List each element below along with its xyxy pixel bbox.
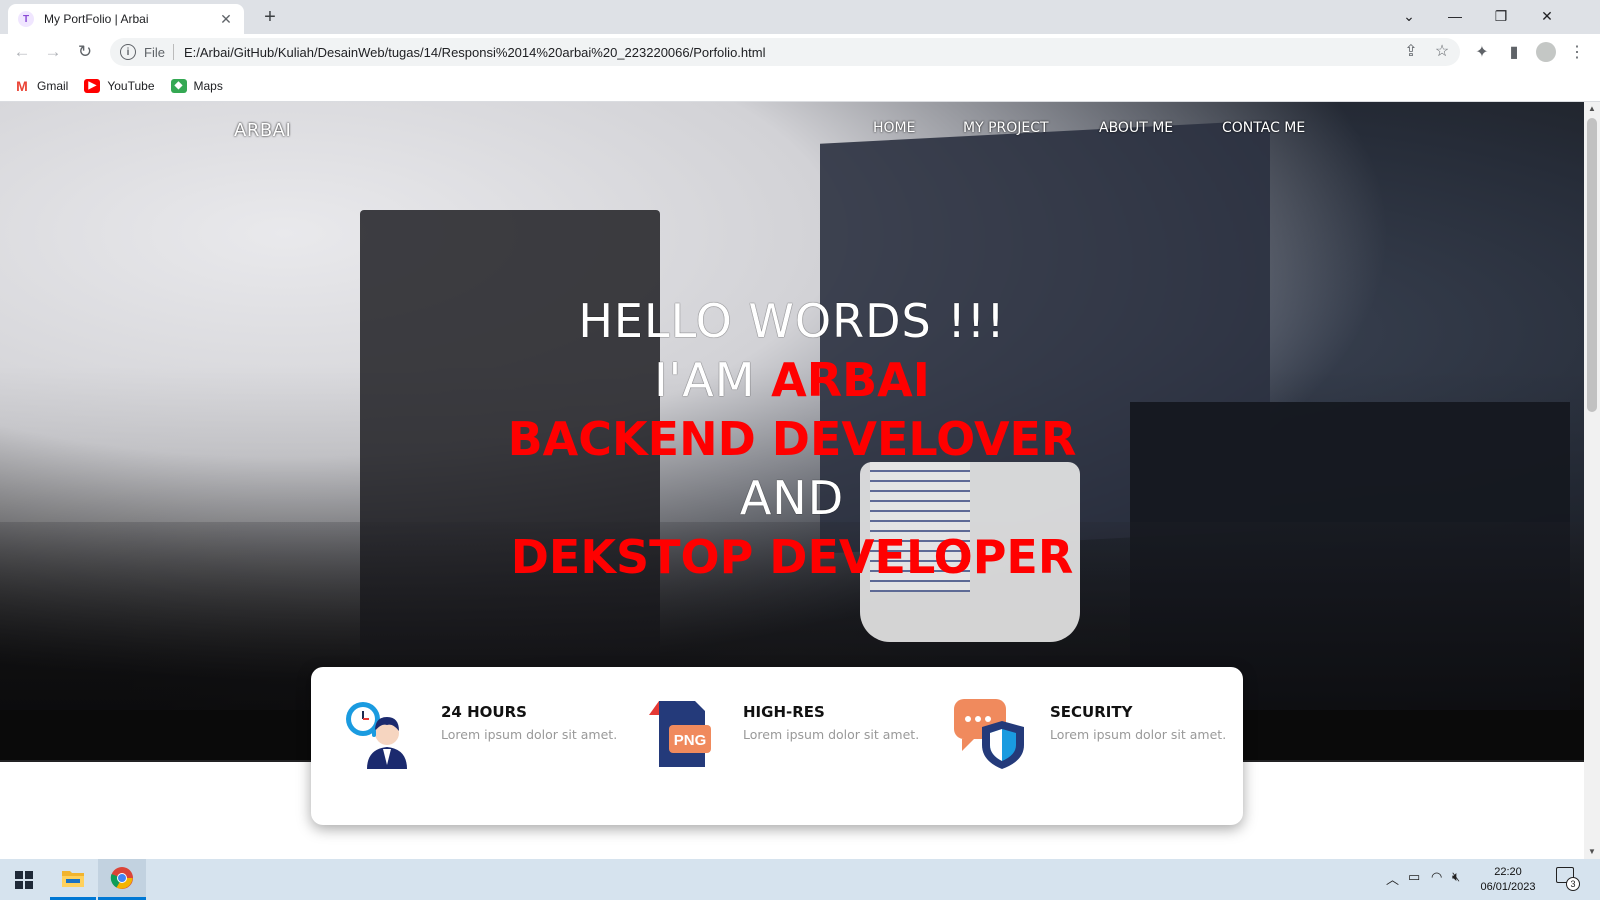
nav-contact-me[interactable]: CONTAC ME: [1222, 120, 1305, 136]
scroll-up-arrow-icon[interactable]: ▲: [1587, 104, 1597, 114]
tab-title: My PortFolio | Arbai: [44, 12, 149, 26]
features-card: 24 HOURS Lorem ipsum dolor sit amet. PNG…: [311, 667, 1243, 825]
bookmark-youtube[interactable]: ▶ YouTube: [84, 78, 155, 93]
hero-headline: HELLO WORDS !!! I'AM ARBAI BACKEND DEVEL…: [0, 292, 1584, 587]
support-agent-clock-icon: [346, 702, 407, 769]
headline-role-1: BACKEND DEVELOVER: [507, 412, 1077, 466]
forward-button[interactable]: →: [41, 40, 65, 64]
address-separator: [172, 44, 174, 60]
feature-description: Lorem ipsum dolor sit amet.: [1050, 727, 1227, 742]
window-close-button[interactable]: ✕: [1524, 0, 1570, 32]
maps-icon: ◆: [170, 78, 187, 93]
youtube-icon: ▶: [84, 78, 101, 93]
tab-search-icon[interactable]: ⌄: [1386, 0, 1432, 32]
address-prefix: File: [144, 44, 165, 60]
bookmark-label: YouTube: [107, 78, 155, 93]
tray-chevron-icon[interactable]: ︿: [1386, 869, 1399, 888]
speaker-muted-icon[interactable]: 🔇︎: [1452, 869, 1460, 885]
browser-toolbar: ← → ↻ i File E:/Arbai/GitHub/Kuliah/Desa…: [0, 34, 1600, 70]
menu-kebab-icon[interactable]: ⋮: [1565, 40, 1589, 64]
site-info-icon[interactable]: i: [120, 44, 136, 60]
bookmark-maps[interactable]: ◆ Maps: [170, 78, 223, 93]
nav-my-project[interactable]: MY PROJECT: [963, 120, 1049, 136]
new-tab-button[interactable]: +: [258, 5, 282, 29]
windows-logo-icon: [15, 870, 33, 889]
headline-greeting: HELLO WORDS !!!: [578, 294, 1006, 348]
close-tab-icon[interactable]: ✕: [218, 11, 234, 28]
back-button[interactable]: ←: [10, 40, 34, 64]
address-bar[interactable]: i File E:/Arbai/GitHub/Kuliah/DesainWeb/…: [110, 38, 1460, 66]
headline-role-2: DEKSTOP DEVELOPER: [510, 530, 1074, 584]
headline-name: ARBAI: [771, 353, 930, 407]
png-badge-text: PNG: [674, 732, 707, 749]
minimize-button[interactable]: —: [1432, 0, 1478, 32]
restore-button[interactable]: ❐: [1478, 0, 1524, 32]
bookmark-label: Maps: [193, 78, 223, 93]
page-viewport: ARBAI HOME MY PROJECT ABOUT ME CONTAC ME…: [0, 102, 1584, 859]
nav-about-me[interactable]: ABOUT ME: [1099, 120, 1173, 136]
extensions-icon[interactable]: ✦: [1470, 40, 1494, 64]
chrome-icon: [110, 867, 133, 889]
page-scrollbar[interactable]: ▲ ▼: [1584, 102, 1600, 859]
notification-count-badge: 3: [1566, 877, 1580, 891]
bookmark-label: Gmail: [37, 78, 69, 93]
feature-security: SECURITY Lorem ipsum dolor sit amet.: [954, 699, 1234, 789]
side-panel-icon[interactable]: ▮: [1502, 40, 1526, 64]
feature-title: SECURITY: [1050, 703, 1133, 721]
nav-home[interactable]: HOME: [873, 120, 915, 136]
headline-and: AND: [739, 471, 845, 525]
bookmarks-bar: M Gmail ▶ YouTube ◆ Maps: [0, 70, 1600, 102]
gmail-icon: M: [16, 77, 28, 94]
scroll-thumb[interactable]: [1587, 118, 1597, 412]
start-button[interactable]: [0, 859, 48, 900]
site-logo[interactable]: ARBAI: [234, 120, 291, 141]
taskbar-clock[interactable]: 22:20 06/01/2023: [1470, 865, 1546, 895]
url-text[interactable]: E:/Arbai/GitHub/Kuliah/DesainWeb/tugas/1…: [184, 45, 766, 60]
battery-icon[interactable]: ▭: [1408, 869, 1420, 885]
feature-24-hours: 24 HOURS Lorem ipsum dolor sit amet.: [345, 699, 625, 789]
headline-intro-prefix: I'AM: [654, 353, 772, 407]
chrome-taskbar-button[interactable]: [98, 859, 146, 900]
browser-tab[interactable]: T My PortFolio | Arbai ✕: [8, 4, 244, 34]
reload-button[interactable]: ↻: [73, 40, 97, 64]
file-explorer-taskbar-button[interactable]: [50, 859, 96, 900]
feature-title: HIGH-RES: [743, 703, 825, 721]
clock-date: 06/01/2023: [1480, 881, 1536, 893]
headline-intro: I'AM ARBAI: [0, 351, 1584, 410]
folder-icon: [62, 871, 84, 887]
feature-high-res: PNG HIGH-RES Lorem ipsum dolor sit amet.: [647, 699, 927, 789]
feature-description: Lorem ipsum dolor sit amet.: [743, 727, 920, 742]
bookmark-gmail[interactable]: M Gmail: [14, 77, 69, 94]
windows-taskbar: ︿ ▭ ◠ 🔇︎ 22:20 06/01/2023 3: [0, 859, 1600, 900]
feature-title: 24 HOURS: [441, 703, 527, 721]
favicon-icon: T: [18, 11, 34, 27]
clock-time: 22:20: [1494, 866, 1522, 878]
notification-center-icon[interactable]: 3: [1556, 867, 1580, 891]
bookmark-star-icon[interactable]: ☆: [1431, 40, 1453, 62]
scroll-down-arrow-icon[interactable]: ▼: [1587, 847, 1597, 857]
hero-section: ARBAI HOME MY PROJECT ABOUT ME CONTAC ME…: [0, 102, 1584, 762]
wifi-icon[interactable]: ◠: [1431, 869, 1442, 885]
share-icon[interactable]: ⇪: [1400, 40, 1422, 62]
chat-shield-icon: [954, 699, 1024, 769]
png-file-icon: PNG: [649, 701, 711, 767]
profile-avatar-icon[interactable]: [1534, 40, 1558, 64]
tab-strip: T My PortFolio | Arbai ✕ + ⌄ — ❐ ✕: [0, 0, 1600, 34]
feature-description: Lorem ipsum dolor sit amet.: [441, 727, 618, 742]
